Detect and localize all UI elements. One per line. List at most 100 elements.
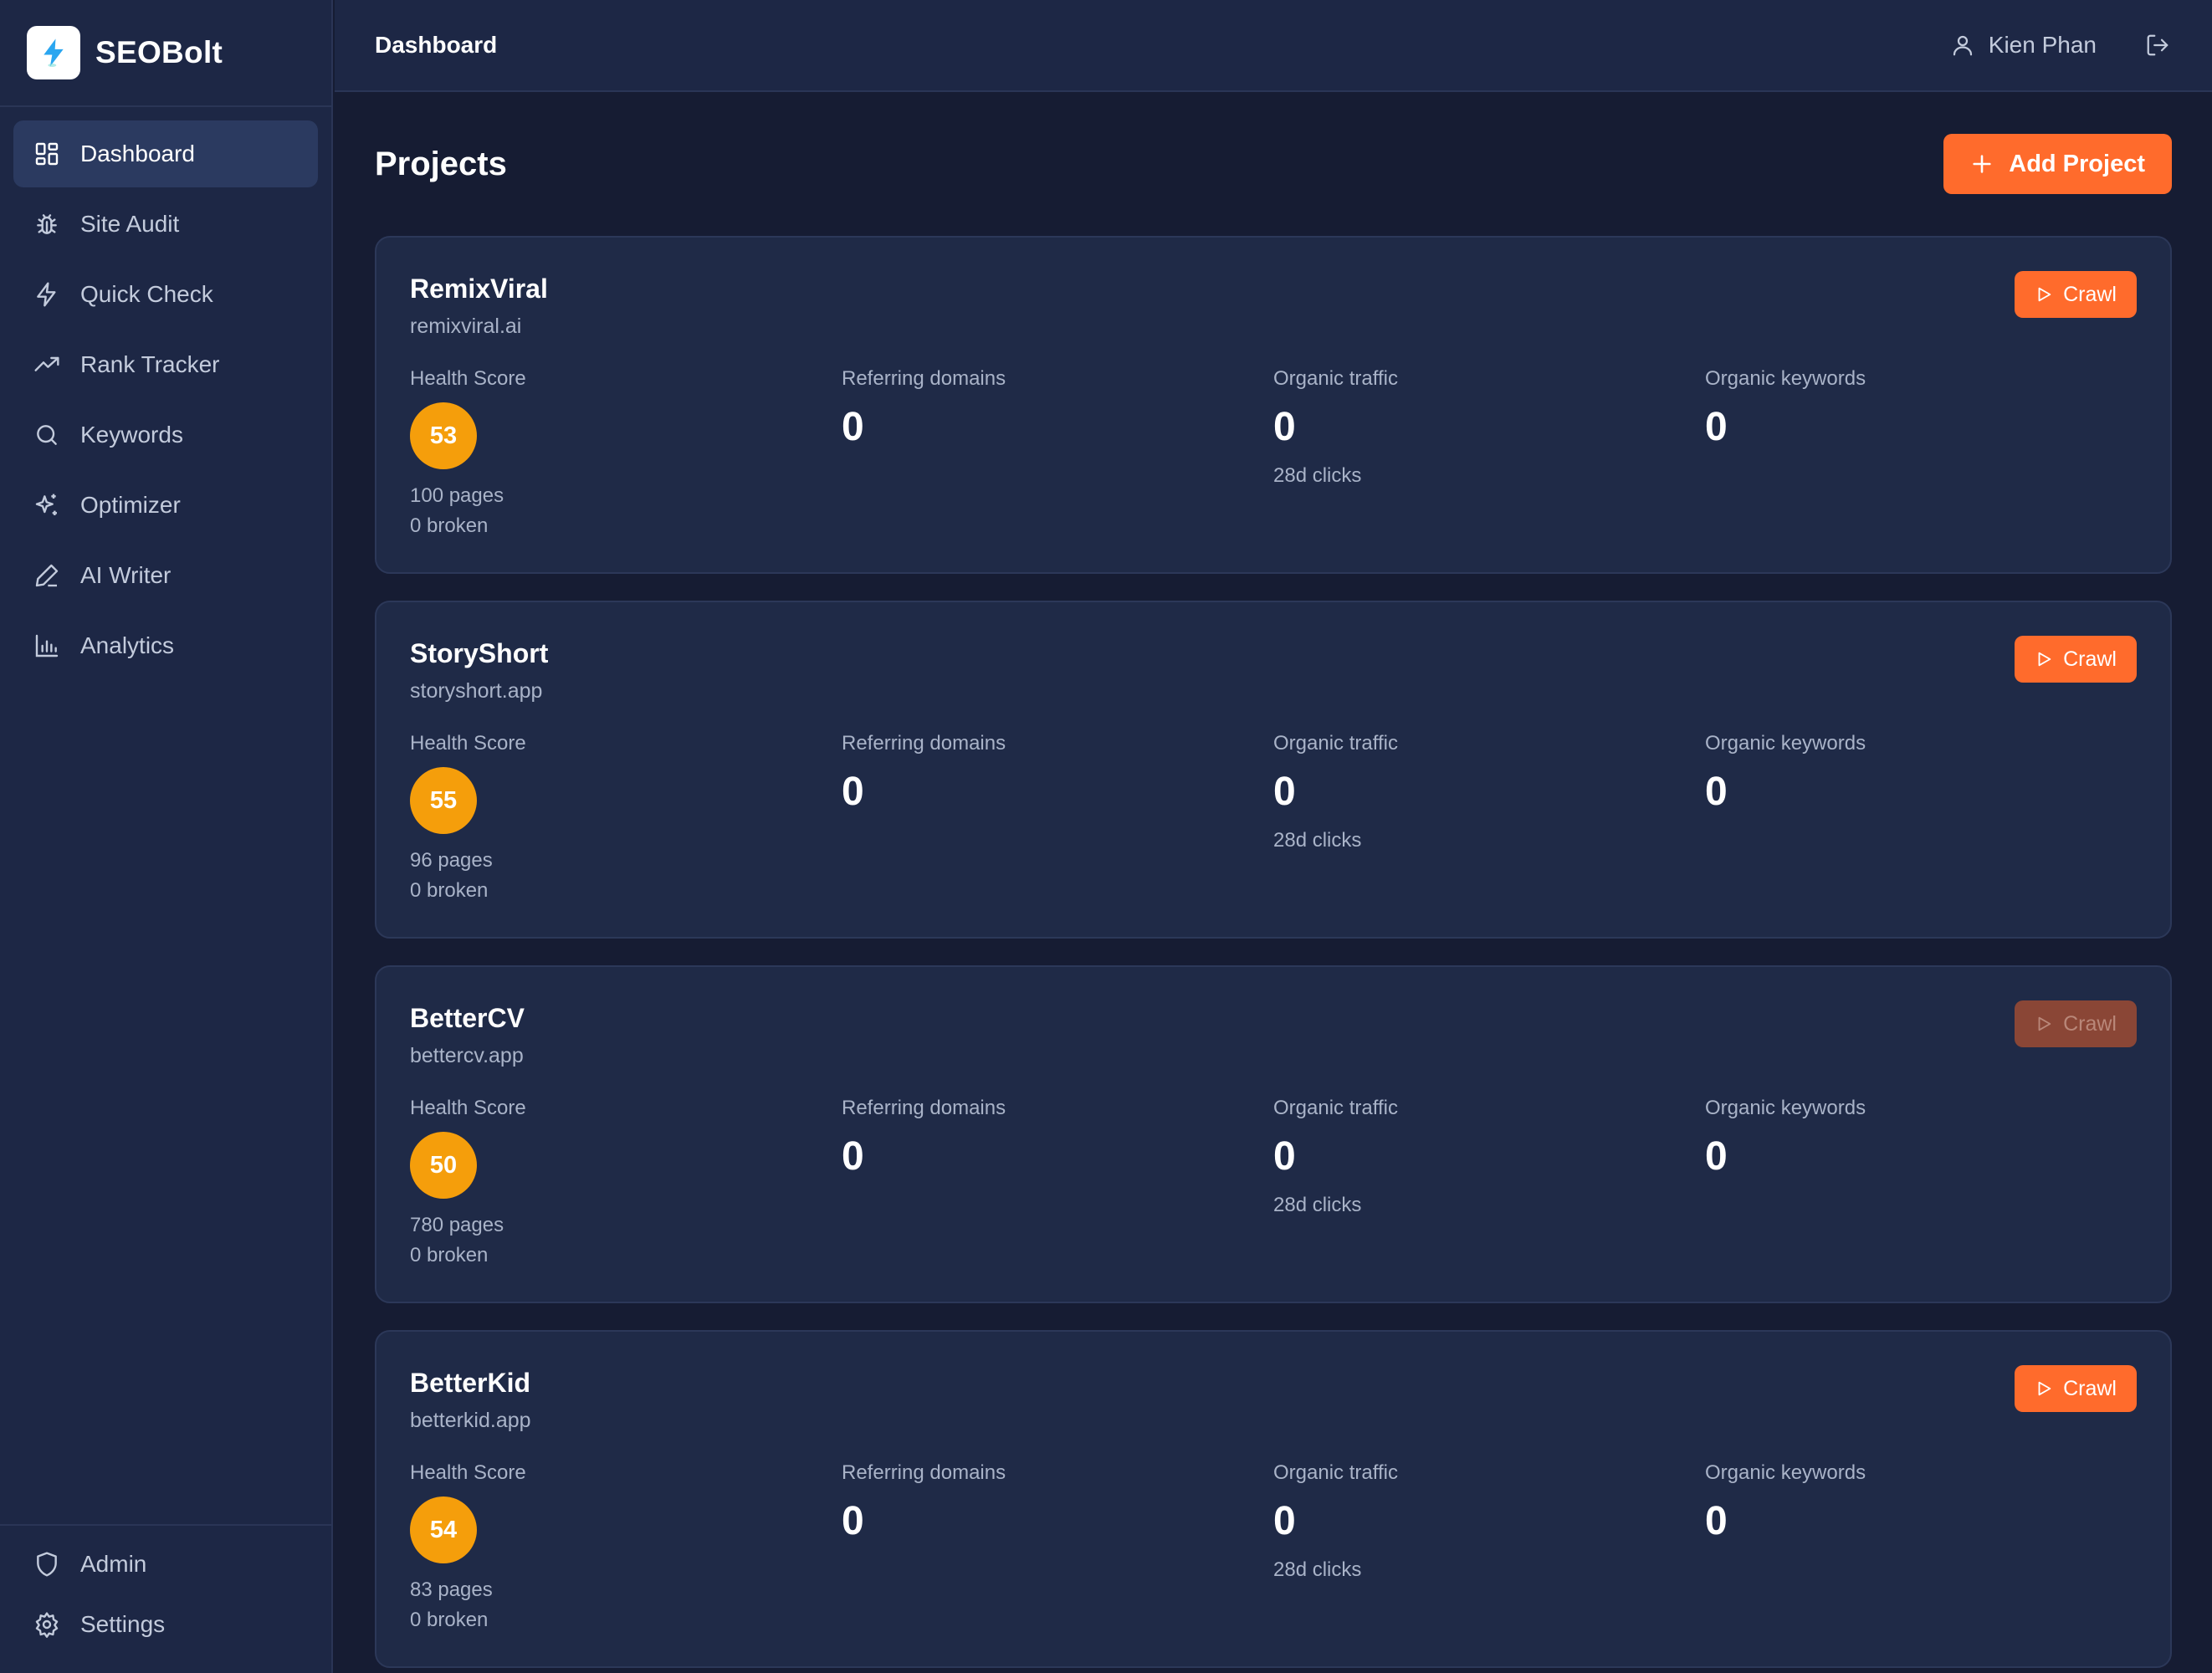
project-card[interactable]: RemixViral remixviral.ai Crawl Health Sc…: [375, 236, 2172, 574]
sidebar-item-settings[interactable]: Settings: [13, 1594, 318, 1655]
bug-icon: [37, 214, 57, 234]
metric-label: Health Score: [410, 1097, 526, 1120]
sidebar-item-analytics[interactable]: Analytics: [13, 612, 318, 679]
metric-value: 0: [842, 1499, 864, 1544]
crawl-label: Crawl: [2063, 647, 2117, 671]
project-metrics: Health Score 54 83 pages 0 broken Referr…: [410, 1461, 2137, 1635]
sparkles-icon: [35, 494, 57, 515]
broken-count: 0 broken: [410, 514, 489, 538]
referring-domains-metric: Referring domains 0: [842, 367, 1273, 541]
sidebar-item-optimizer[interactable]: Optimizer: [13, 472, 318, 539]
crawl-button[interactable]: Crawl: [2015, 271, 2137, 318]
organic-keywords-metric: Organic keywords 0: [1705, 367, 2137, 541]
sidebar: SEOBolt Dashboard Site Audit Quick Check…: [0, 0, 333, 1673]
health-score-metric: Health Score 55 96 pages 0 broken: [410, 732, 842, 906]
metric-label: Organic traffic: [1273, 367, 1398, 391]
referring-domains-metric: Referring domains 0: [842, 1097, 1273, 1271]
metric-label: Referring domains: [842, 1461, 1006, 1485]
logout-button[interactable]: [2143, 31, 2172, 59]
sidebar-item-label: Site Audit: [80, 211, 180, 237]
broken-count: 0 broken: [410, 1609, 489, 1632]
health-score-metric: Health Score 50 780 pages 0 broken: [410, 1097, 842, 1271]
broken-count: 0 broken: [410, 1244, 489, 1267]
dashboard-grid-icon: [35, 142, 59, 166]
sidebar-item-label: Admin: [80, 1551, 147, 1577]
sidebar-item-site-audit[interactable]: Site Audit: [13, 191, 318, 258]
metric-sub: 28d clicks: [1273, 829, 1362, 852]
crawl-button[interactable]: Crawl: [2015, 1000, 2137, 1047]
metric-label: Health Score: [410, 732, 526, 755]
play-icon: [2038, 287, 2051, 302]
broken-count: 0 broken: [410, 879, 489, 903]
organic-traffic-metric: Organic traffic 0 28d clicks: [1273, 1097, 1705, 1271]
pages-count: 780 pages: [410, 1214, 504, 1237]
breadcrumb: Dashboard: [375, 32, 498, 58]
health-score-badge: 55: [410, 767, 477, 835]
referring-domains-metric: Referring domains 0: [842, 1461, 1273, 1635]
organic-keywords-metric: Organic keywords 0: [1705, 1097, 2137, 1271]
sidebar-item-label: Quick Check: [80, 281, 213, 307]
metric-value: 0: [1273, 1134, 1296, 1179]
sidebar-item-label: Rank Tracker: [80, 351, 220, 377]
metric-label: Health Score: [410, 1461, 526, 1485]
logout-icon: [2147, 34, 2168, 56]
project-card[interactable]: BetterCV bettercv.app Crawl Health Score…: [375, 965, 2172, 1303]
metric-sub: 28d clicks: [1273, 1558, 1362, 1582]
health-score-metric: Health Score 53 100 pages 0 broken: [410, 367, 842, 541]
project-domain: storyshort.app: [410, 679, 543, 703]
crawl-button[interactable]: Crawl: [2015, 636, 2137, 683]
crawl-button[interactable]: Crawl: [2015, 1365, 2137, 1412]
play-icon: [2038, 1381, 2051, 1396]
project-metrics: Health Score 50 780 pages 0 broken Refer…: [410, 1097, 2137, 1271]
metric-sub: 28d clicks: [1273, 1194, 1362, 1217]
sidebar-item-dashboard[interactable]: Dashboard: [13, 120, 318, 187]
metric-value: 0: [842, 405, 864, 450]
metric-label: Organic traffic: [1273, 732, 1398, 755]
project-card[interactable]: StoryShort storyshort.app Crawl Health S…: [375, 601, 2172, 939]
page-header: Projects Add Project: [375, 92, 2172, 236]
project-card[interactable]: BetterKid betterkid.app Crawl Health Sco…: [375, 1330, 2172, 1668]
crawl-label: Crawl: [2063, 1011, 2117, 1036]
brand[interactable]: SEOBolt: [0, 0, 331, 107]
project-domain: remixviral.ai: [410, 315, 522, 339]
project-metrics: Health Score 53 100 pages 0 broken Refer…: [410, 367, 2137, 541]
metric-value: 0: [1705, 770, 1728, 815]
project-name: BetterKid: [410, 1368, 531, 1398]
sidebar-item-label: Analytics: [80, 632, 175, 658]
project-metrics: Health Score 55 96 pages 0 broken Referr…: [410, 732, 2137, 906]
sidebar-item-ai-writer[interactable]: AI Writer: [13, 542, 318, 609]
project-domain: betterkid.app: [410, 1409, 531, 1433]
pages-count: 83 pages: [410, 1578, 493, 1602]
health-score-metric: Health Score 54 83 pages 0 broken: [410, 1461, 842, 1635]
referring-domains-metric: Referring domains 0: [842, 732, 1273, 906]
zap-icon: [37, 282, 56, 307]
sidebar-footer: Admin Settings: [0, 1524, 331, 1673]
health-score-badge: 50: [410, 1132, 477, 1200]
sidebar-item-rank-tracker[interactable]: Rank Tracker: [13, 331, 318, 398]
sidebar-item-label: AI Writer: [80, 562, 172, 588]
organic-keywords-metric: Organic keywords 0: [1705, 1461, 2137, 1635]
add-project-button[interactable]: Add Project: [1943, 134, 2172, 194]
metric-value: 0: [1705, 1499, 1728, 1544]
gear-icon: [35, 1612, 59, 1638]
sidebar-item-label: Keywords: [80, 422, 183, 448]
health-score-badge: 53: [410, 402, 477, 470]
bolt-icon: [27, 26, 80, 79]
bar-chart-icon: [35, 634, 59, 657]
metric-label: Health Score: [410, 367, 526, 391]
user-menu[interactable]: Kien Phan: [1950, 32, 2097, 59]
metric-value: 0: [1273, 1499, 1296, 1544]
crawl-label: Crawl: [2063, 1376, 2117, 1400]
sidebar-item-quick-check[interactable]: Quick Check: [13, 261, 318, 328]
play-icon: [2038, 652, 2051, 667]
metric-label: Referring domains: [842, 1097, 1006, 1120]
organic-traffic-metric: Organic traffic 0 28d clicks: [1273, 367, 1705, 541]
topbar: Dashboard Kien Phan: [335, 0, 2212, 92]
sidebar-item-label: Settings: [80, 1611, 166, 1637]
sidebar-item-keywords[interactable]: Keywords: [13, 402, 318, 468]
shield-icon: [37, 1552, 57, 1577]
plus-icon: [1973, 155, 1991, 173]
sidebar-item-admin[interactable]: Admin: [13, 1534, 318, 1594]
metric-label: Organic keywords: [1705, 367, 1866, 391]
project-domain: bettercv.app: [410, 1044, 524, 1068]
